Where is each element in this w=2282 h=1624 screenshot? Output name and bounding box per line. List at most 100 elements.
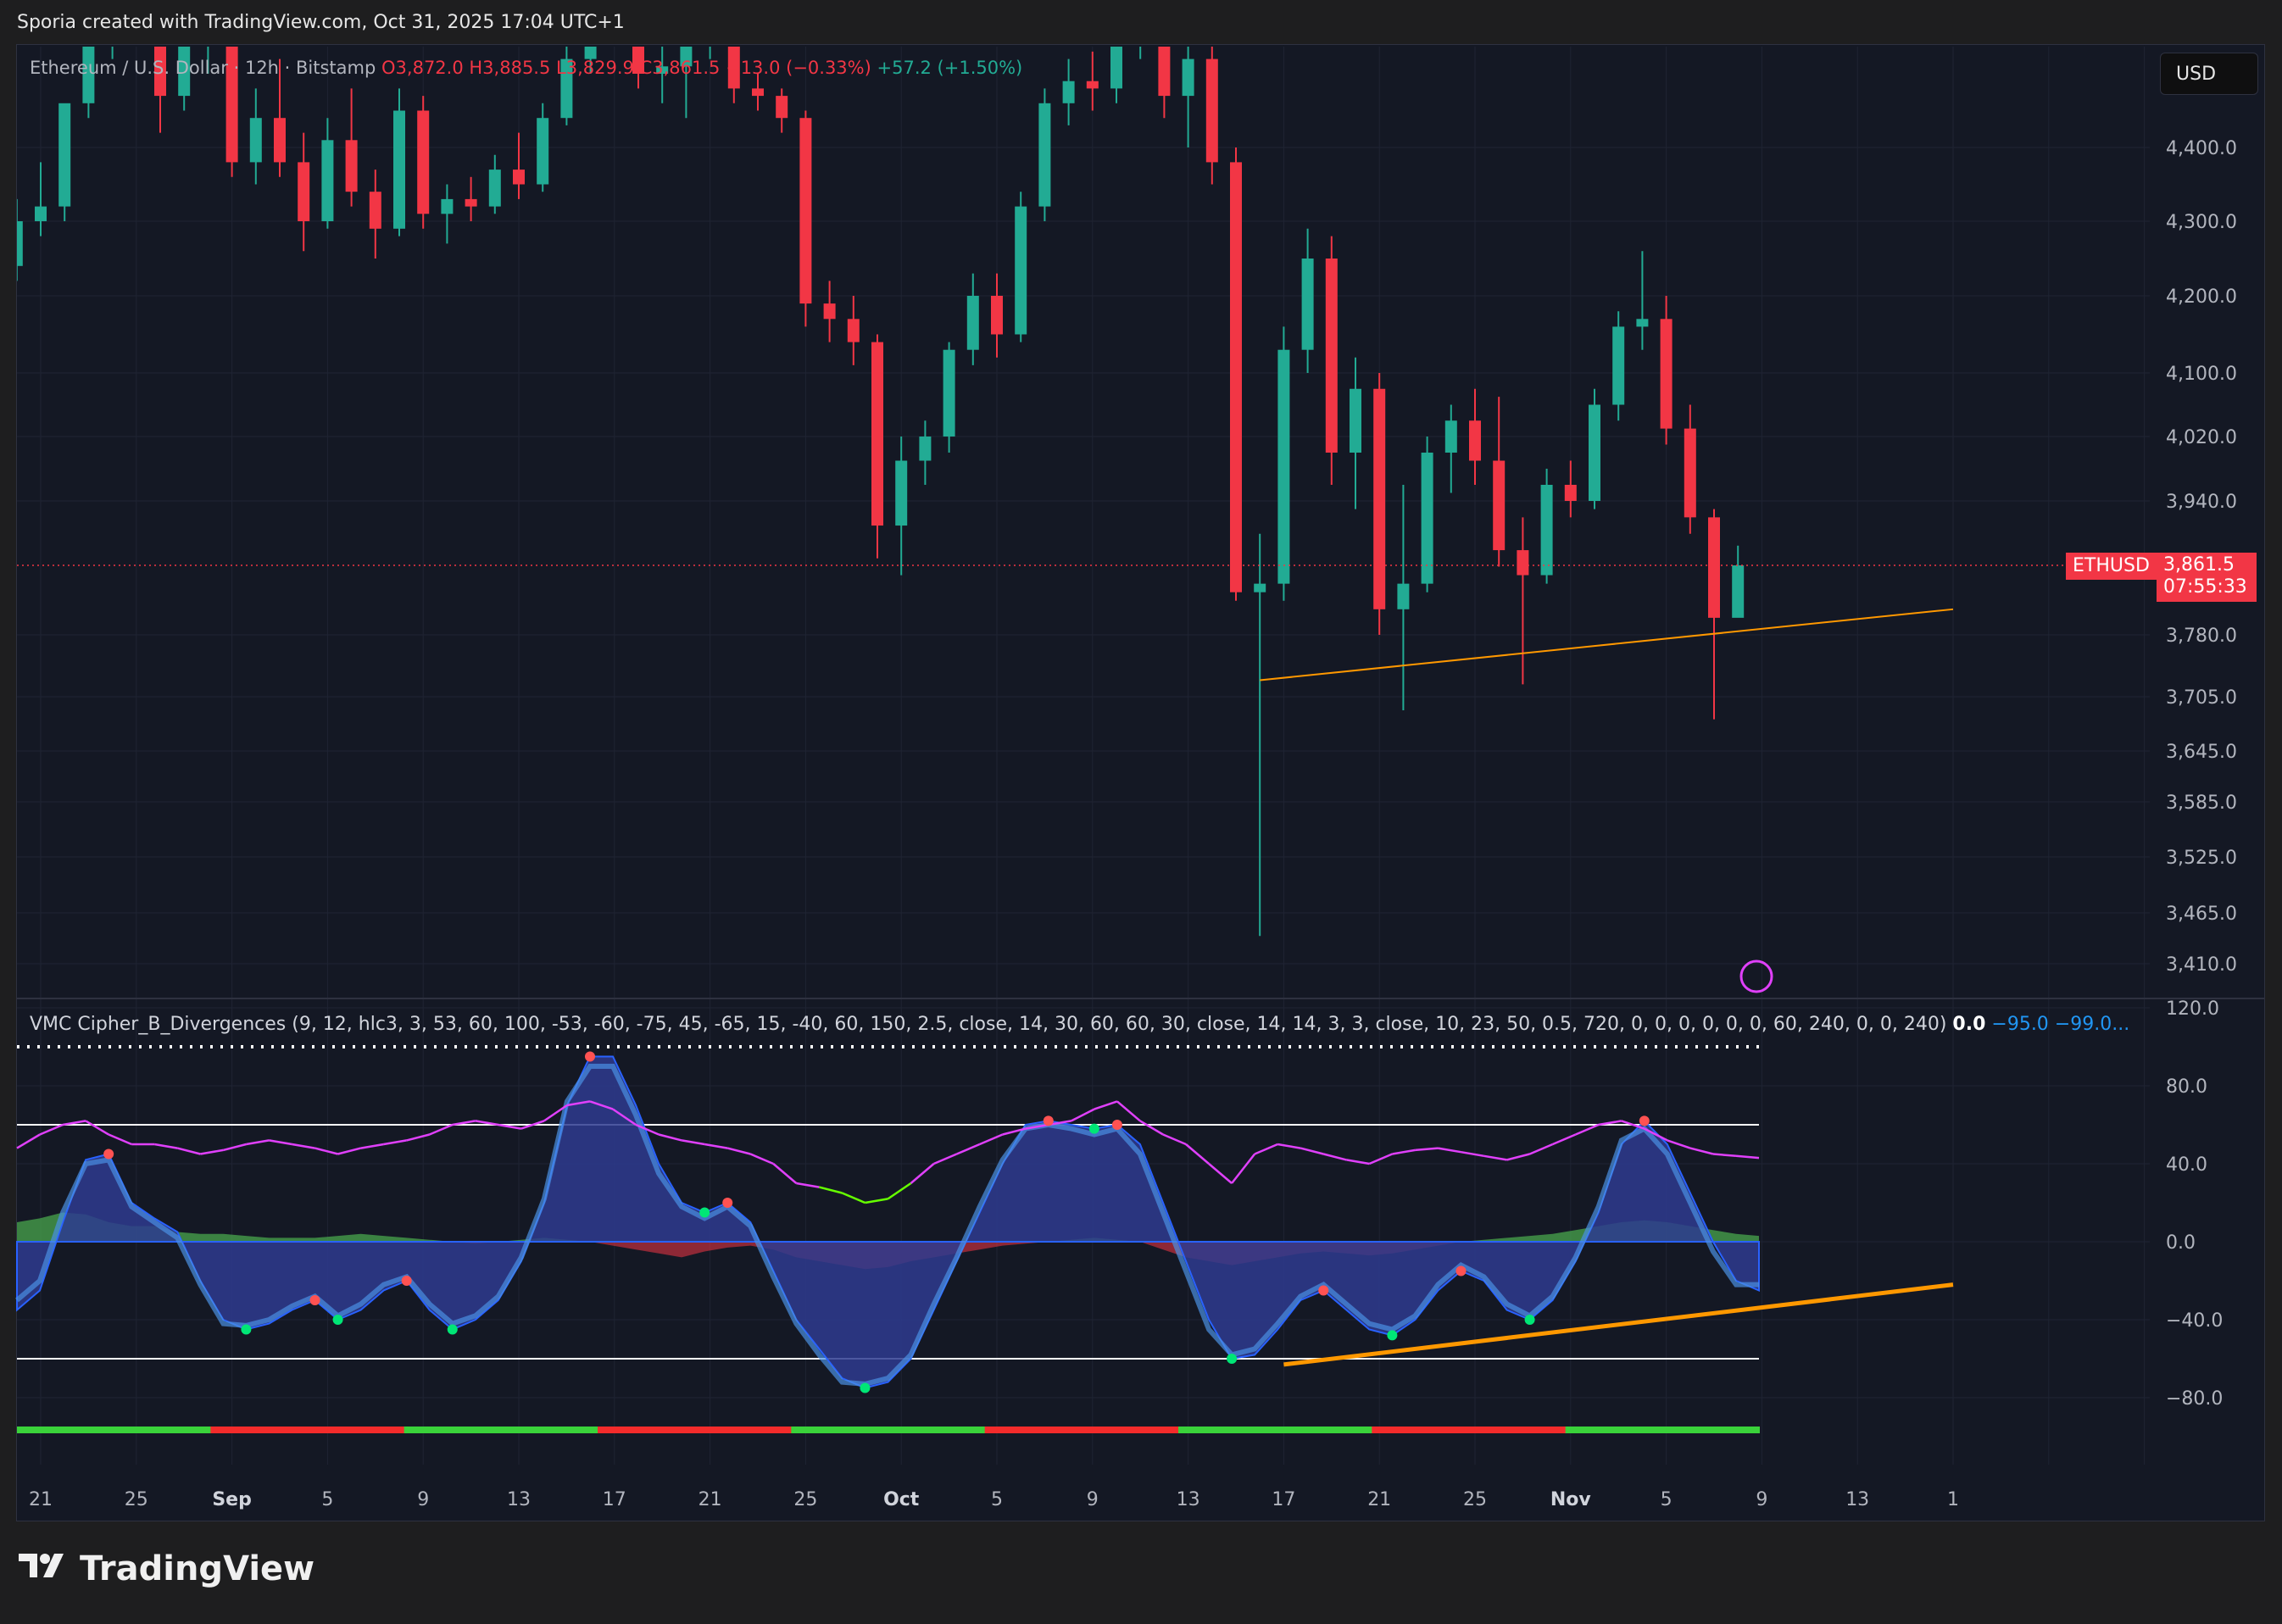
time-axis-label: 9 — [417, 1489, 429, 1510]
rsi-line-segment — [681, 1139, 705, 1146]
oscillator-axis-label: −80.0 — [2166, 1388, 2223, 1410]
candle-body — [1350, 388, 1361, 453]
rsi-line-segment — [1689, 1147, 1714, 1155]
time-axis-label: 25 — [125, 1489, 148, 1510]
candle-body — [1444, 420, 1457, 453]
rsi-line-segment — [956, 1143, 981, 1155]
rsi-line-segment — [1208, 1163, 1233, 1184]
last-price-tag: 3,861.5 07:55:33 — [2157, 553, 2257, 602]
bar-countdown: 07:55:33 — [2163, 576, 2247, 598]
candle-body — [298, 162, 310, 221]
candle-body — [1589, 404, 1600, 501]
sell-signal-dot — [309, 1295, 320, 1305]
oscillator-axis-label: −40.0 — [2166, 1310, 2223, 1332]
candle-body — [1038, 103, 1051, 207]
legend-low: L3,829.9 — [556, 58, 634, 78]
time-axis-label: 9 — [1087, 1489, 1099, 1510]
rsi-line-segment — [819, 1186, 843, 1194]
currency-button[interactable]: USD — [2160, 53, 2258, 95]
candle-body — [776, 96, 788, 119]
candle-body — [1397, 583, 1410, 609]
time-axis-label: 25 — [793, 1489, 817, 1510]
sell-signal-dot — [1043, 1115, 1054, 1126]
rsi-line-segment — [269, 1139, 292, 1146]
rsi-line-segment — [772, 1163, 798, 1184]
price-axis-label: 3,705.0 — [2166, 687, 2237, 709]
candles-group — [17, 0, 1745, 937]
rsi-line-segment — [1162, 1133, 1187, 1146]
candle-body — [1517, 550, 1529, 576]
buy-signal-dot — [699, 1207, 710, 1218]
candle-body — [441, 198, 454, 214]
candle-body — [513, 170, 525, 185]
rsi-line-segment — [887, 1182, 912, 1200]
rsi-line-segment — [1231, 1153, 1256, 1184]
sell-signal-dot — [584, 1051, 595, 1062]
candle-body — [1684, 428, 1696, 518]
candle-body — [1732, 565, 1745, 618]
time-axis-label: Nov — [1550, 1489, 1592, 1510]
trend-strip-segment — [1565, 1427, 1760, 1433]
candle-body — [249, 118, 262, 163]
candle-body — [537, 118, 549, 185]
mfi-positive-area — [17, 1212, 1759, 1242]
oscillator-axis-label: 40.0 — [2166, 1154, 2207, 1176]
rsi-line-segment — [1667, 1139, 1691, 1149]
candle-body — [1564, 485, 1577, 501]
time-axis-label: 9 — [1756, 1489, 1767, 1510]
candle-body — [1373, 388, 1386, 609]
candle-body — [107, 0, 119, 44]
rsi-line-segment — [429, 1123, 454, 1136]
legend-symbol: Ethereum / U.S. Dollar · 12h · Bitstamp — [30, 58, 376, 78]
oscillator-value-1: 0.0 — [1952, 1014, 1986, 1035]
candle-body — [345, 140, 358, 192]
candle-body — [871, 342, 883, 526]
rsi-line-segment — [933, 1153, 958, 1165]
sell-signal-dot — [722, 1198, 733, 1208]
chart-canvas[interactable]: 4,400.0 4,300.0 4,200.0 4,100.0 4,020.0 3,940… — [0, 0, 2282, 1624]
candle-body — [35, 206, 47, 221]
candle-body — [1660, 319, 1673, 429]
candle-body — [991, 296, 1003, 335]
sell-signal-dot — [1455, 1265, 1467, 1276]
candle-body — [966, 296, 979, 350]
rsi-line-segment — [16, 1133, 41, 1149]
price-axis-label: 3,780.0 — [2166, 626, 2237, 647]
rsi-line-segment — [85, 1120, 109, 1136]
legend-change: −13.0 (−0.33%) — [726, 58, 871, 78]
rsi-line-segment — [1277, 1143, 1301, 1149]
rsi-line-segment — [1346, 1159, 1370, 1165]
buy-signal-dot — [860, 1382, 871, 1393]
rsi-line-segment — [314, 1147, 338, 1155]
price-axis-label: 3,525.0 — [2166, 848, 2237, 869]
time-axis-label: 13 — [1177, 1489, 1200, 1510]
trend-strip-segment — [404, 1427, 598, 1433]
trend-strip-segment — [17, 1427, 212, 1433]
candle-body — [609, 0, 621, 8]
rsi-line-segment — [246, 1139, 270, 1146]
candle-body — [1636, 319, 1649, 327]
tradingview-logo-icon — [19, 1552, 71, 1587]
candle-body — [417, 110, 430, 214]
alert-icon — [1739, 959, 1773, 993]
tradingview-logo-text: TradingView — [80, 1549, 315, 1588]
rsi-line-segment — [1185, 1143, 1210, 1165]
price-axis-label: 3,645.0 — [2166, 742, 2237, 763]
rsi-line-segment — [406, 1133, 431, 1142]
price-trendline — [1260, 608, 1954, 681]
candle-body — [1015, 206, 1027, 335]
price-axis-label: 4,400.0 — [2166, 138, 2237, 159]
rsi-line-segment — [1483, 1154, 1507, 1161]
rsi-line-segment — [360, 1143, 384, 1149]
rsi-line-segment — [1300, 1147, 1324, 1155]
candle-body — [895, 460, 908, 526]
time-axis-label: 21 — [699, 1489, 722, 1510]
candle-body — [154, 47, 166, 97]
rsi-line-segment — [1139, 1120, 1164, 1136]
candle-body — [274, 118, 286, 163]
candle-body — [1062, 81, 1075, 103]
time-axis-label: 17 — [1272, 1489, 1295, 1510]
buy-signal-dot — [332, 1315, 343, 1325]
legend-volume: +57.2 (+1.50%) — [877, 58, 1023, 78]
candle-body — [202, 8, 214, 30]
